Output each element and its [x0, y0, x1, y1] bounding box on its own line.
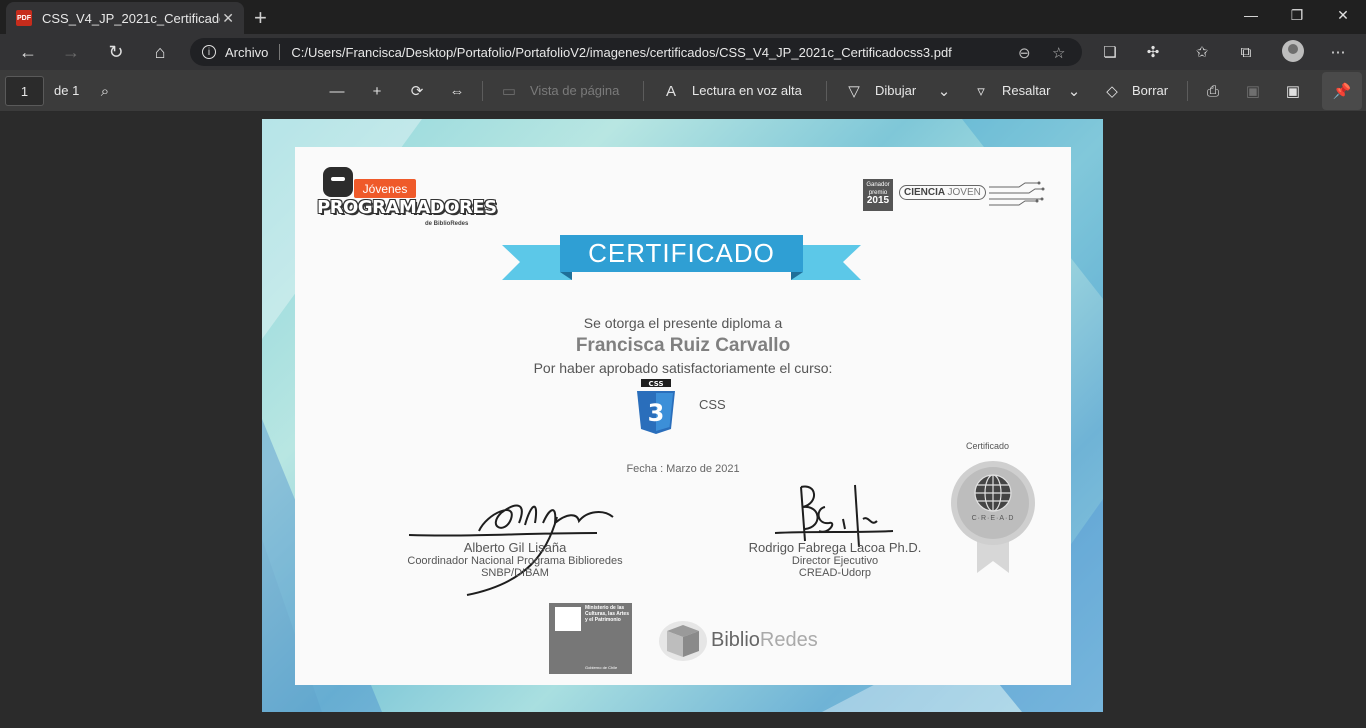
info-icon[interactable]: i — [202, 45, 216, 59]
title-bar: PDF CSS_V4_JP_2021c_Certificadocss3.pdf … — [0, 0, 1366, 34]
course-name: CSS — [699, 397, 726, 412]
address-scheme: Archivo — [225, 44, 269, 60]
pdf-viewer[interactable]: Jóvenes PROGRAMADORES de BiblioRedes Gan… — [0, 112, 1366, 728]
draw-icon[interactable]: ▽ — [844, 81, 864, 101]
logo-badge: Jóvenes — [354, 179, 416, 198]
pdf-toolbar: 1 de 1 ⌕ — + ⟳ ⇔ ▭ Vista de página A Lec… — [0, 70, 1366, 112]
minimize-icon[interactable]: — — [1228, 0, 1274, 30]
ministry-logo: Ministerio de las Culturas, las Artes y … — [549, 603, 632, 674]
extensions-icon[interactable]: ✣ — [1143, 42, 1163, 62]
toolbar-divider — [643, 81, 644, 101]
zoom-out-icon[interactable]: — — [327, 81, 347, 101]
close-tab-icon[interactable]: ✕ — [222, 10, 234, 27]
signatory-role: Director Ejecutivo — [791, 555, 879, 567]
erase-icon[interactable]: ◇ — [1102, 81, 1122, 101]
course-statement: Por haber aprobado satisfactoriamente el… — [533, 360, 833, 376]
rotate-icon[interactable]: ⟳ — [407, 81, 427, 101]
ciencia-text: CIENCIA — [904, 187, 945, 198]
certificate-card: Jóvenes PROGRAMADORES de BiblioRedes Gan… — [295, 147, 1071, 685]
signatory-org: SNBP/DIBAM — [481, 567, 549, 579]
page-view-icon: ▭ — [501, 83, 517, 100]
print-icon[interactable]: ⎙ — [1203, 81, 1223, 101]
draw-chevron-down-icon[interactable]: ⌄ — [934, 81, 954, 101]
save-icon: ▣ — [1245, 83, 1261, 100]
highlight-icon[interactable]: ▿ — [971, 81, 991, 101]
signatory-org: CREAD-Udorp — [798, 567, 872, 579]
seal-label: Certificado — [966, 441, 1010, 451]
favorite-add-icon[interactable]: ☆ — [1052, 44, 1065, 62]
award-badge: Ganador premio 2015 — [863, 179, 893, 211]
collections-icon[interactable]: ❏ — [1100, 42, 1120, 62]
jovenes-programadores-logo: Jóvenes PROGRAMADORES de BiblioRedes — [317, 159, 497, 229]
logo-subtitle: de BiblioRedes — [425, 221, 469, 227]
seal-text: C·R·E·A·D — [971, 515, 1015, 522]
ministry-footer: Gobierno de Chile — [585, 665, 618, 670]
address-divider — [279, 44, 281, 60]
highlight-button[interactable]: Resaltar — [1002, 83, 1050, 98]
restore-icon[interactable]: ❐ — [1274, 0, 1320, 30]
signatory-role: Coordinador Nacional Programa Bibliorede… — [407, 555, 623, 567]
circuit-lines-icon — [989, 181, 1045, 206]
read-aloud-icon[interactable]: A — [661, 81, 681, 101]
more-icon[interactable]: ⋯ — [1328, 42, 1348, 62]
address-url[interactable]: C:/Users/Francisca/Desktop/Portafolio/Po… — [291, 45, 951, 60]
toolbar-divider — [482, 81, 483, 101]
toolbar-divider — [826, 81, 827, 101]
highlight-chevron-down-icon[interactable]: ⌄ — [1064, 81, 1084, 101]
css-badge-text: CSS — [648, 380, 663, 388]
search-icon[interactable]: ⌕ — [95, 81, 115, 101]
svg-text:3: 3 — [648, 399, 665, 427]
back-icon[interactable]: ← — [15, 40, 41, 64]
chile-shield-icon — [555, 607, 581, 631]
biblioredes-icon — [659, 621, 707, 661]
navigation-bar: ← → ↻ ⌂ i Archivo C:/Users/Francisca/Des… — [0, 34, 1366, 70]
home-icon[interactable]: ⌂ — [147, 40, 173, 64]
browser-tab[interactable]: PDF CSS_V4_JP_2021c_Certificadocss3.pdf … — [6, 2, 244, 34]
favorites-icon[interactable]: ✩ — [1192, 42, 1212, 62]
fit-page-icon[interactable]: ⇔ — [447, 81, 467, 101]
pin-icon[interactable]: 📌 — [1322, 72, 1362, 110]
award-badge-text: Ganador premio — [866, 182, 890, 196]
certificate-heading: CERTIFICADO — [560, 235, 803, 272]
profile-icon[interactable] — [1282, 40, 1304, 62]
address-bar[interactable]: i Archivo C:/Users/Francisca/Desktop/Por… — [190, 38, 1082, 66]
css3-icon: CSS 3 — [637, 379, 675, 434]
logo-title: PROGRAMADORES — [317, 197, 497, 218]
page-total: de 1 — [54, 83, 80, 98]
pdf-file-icon: PDF — [16, 10, 32, 26]
zoom-in-icon[interactable]: + — [367, 81, 387, 101]
ciencia-joven-logo: Ganador premio 2015 CIENCIA JOVEN — [863, 177, 1047, 215]
read-aloud-button[interactable]: Lectura en voz alta — [692, 83, 802, 98]
tab-title: CSS_V4_JP_2021c_Certificadocss3.pdf — [42, 10, 220, 26]
recipient-name: Francisca Ruiz Carvallo — [575, 335, 791, 356]
tab-actions-icon[interactable]: ⧉ — [1236, 42, 1256, 62]
toolbar-divider — [1187, 81, 1188, 101]
biblioredes-logo-text: BiblioRedes — [711, 629, 818, 652]
signatory-name: Alberto Gil Lisaña — [463, 540, 567, 555]
draw-button[interactable]: Dibujar — [875, 83, 916, 98]
refresh-icon[interactable]: ↻ — [103, 40, 129, 64]
page-number-input[interactable]: 1 — [5, 76, 44, 106]
signatory-name: Rodrigo Fabrega Lacoa Ph.D. — [748, 540, 922, 555]
new-tab-icon[interactable]: + — [254, 5, 267, 31]
award-statement: Se otorga el presente diploma a — [583, 315, 783, 331]
pdf-page: Jóvenes PROGRAMADORES de BiblioRedes Gan… — [262, 119, 1103, 712]
signature-block-left: Alberto Gil Lisaña Coordinador Nacional … — [385, 540, 645, 579]
forward-icon: → — [62, 41, 80, 62]
signature-block-right: Rodrigo Fabrega Lacoa Ph.D. Director Eje… — [715, 540, 955, 579]
certificate-ribbon: CERTIFICADO — [502, 235, 861, 280]
page-view-button: Vista de página — [530, 83, 620, 98]
zoom-icon[interactable]: ⊖ — [1018, 44, 1031, 62]
redes-text: Redes — [759, 629, 818, 651]
ciencia-joven-name: CIENCIA JOVEN — [899, 185, 986, 200]
award-year: 2015 — [866, 195, 890, 206]
close-window-icon[interactable]: ✕ — [1320, 0, 1366, 30]
joven-text: JOVEN — [947, 187, 981, 198]
biblio-text: Biblio — [711, 629, 760, 651]
ministry-name: Ministerio de las Culturas, las Artes y … — [585, 605, 629, 623]
erase-button[interactable]: Borrar — [1132, 83, 1168, 98]
save-as-icon[interactable]: ▣ — [1283, 81, 1303, 101]
robot-icon — [323, 167, 353, 197]
